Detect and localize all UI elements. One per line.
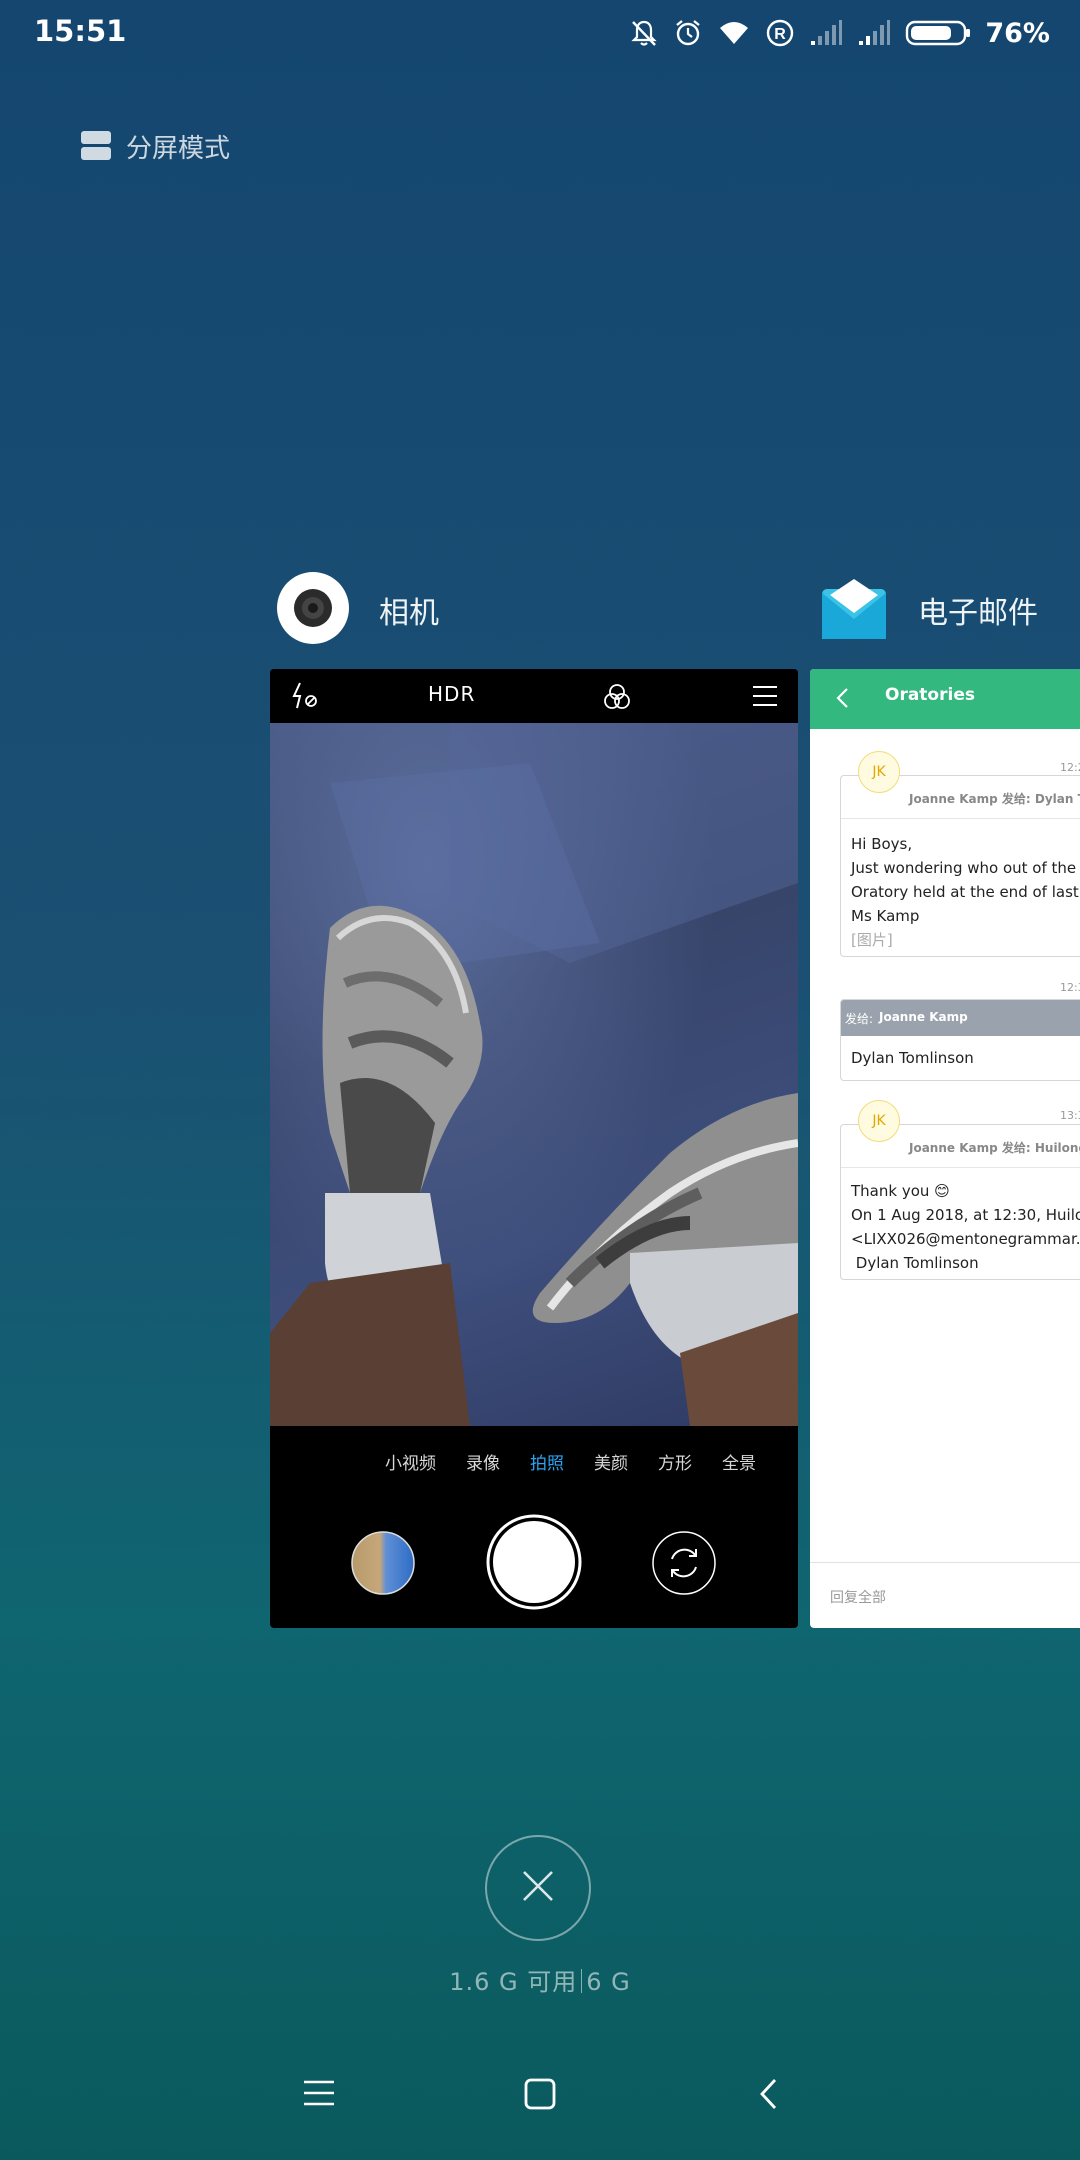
status-time: 15:51 <box>34 14 127 48</box>
menu-icon[interactable] <box>752 684 778 712</box>
svg-text:R: R <box>775 26 787 43</box>
switch-camera-icon[interactable] <box>652 1531 716 1599</box>
message-time: 12:3 <box>1060 981 1080 994</box>
camera-card-header[interactable]: 相机 <box>277 572 439 648</box>
status-icons: R 76% <box>629 14 1050 52</box>
mode-short-video[interactable]: 小视频 <box>385 1449 436 1474</box>
message-card[interactable]: 发给: Joanne Kamp Dylan Tomlinson <box>840 999 1080 1081</box>
avatar: JK <box>858 751 900 793</box>
clear-all-button[interactable] <box>485 1835 591 1941</box>
message-line: Thank you 😊 <box>851 1182 950 1200</box>
message-header: Joanne Kamp 发给: Dylan T <box>909 792 1080 806</box>
reply-divider <box>810 1562 1080 1563</box>
email-app-icon <box>820 575 888 645</box>
menu-icon[interactable] <box>302 2078 336 2112</box>
camera-top-bar: HDR <box>270 669 798 723</box>
battery-percentage: 76% <box>985 17 1050 49</box>
reply-all-button[interactable]: 回复全部 <box>830 1587 886 1607</box>
mode-photo[interactable]: 拍照 <box>530 1449 564 1474</box>
status-bar: 15:51 R 76% <box>0 0 1080 66</box>
avatar: JK <box>858 1100 900 1142</box>
split-screen-label: 分屏模式 <box>126 134 231 164</box>
viewfinder-scene-image <box>270 723 798 1426</box>
message-recipient-prefix: 发给: <box>845 1012 874 1026</box>
memory-available: 1.6 G 可用 <box>449 1968 578 1996</box>
memory-total: 6 G <box>586 1968 631 1996</box>
message-time: 12:2 <box>1060 761 1080 774</box>
back-icon[interactable] <box>757 2076 781 2116</box>
mode-square[interactable]: 方形 <box>658 1449 692 1474</box>
message-line: Ms Kamp <box>851 907 920 925</box>
message-time: 13:3 <box>1060 1109 1080 1122</box>
wifi-icon <box>717 18 751 48</box>
mute-bell-icon <box>629 18 659 48</box>
email-top-bar: Oratories <box>810 669 1080 729</box>
hdr-toggle[interactable]: HDR <box>428 682 475 706</box>
mode-video[interactable]: 录像 <box>466 1449 500 1474</box>
roaming-r-icon: R <box>765 18 795 48</box>
message-line: <LIXX026@mentonegrammar.n <box>851 1230 1080 1248</box>
message-line: Just wondering who out of the t <box>851 859 1080 877</box>
alarm-icon <box>673 18 703 48</box>
message-body: Thank you 😊 On 1 Aug 2018, at 12:30, Hui… <box>851 1179 1080 1275</box>
signal-icon <box>857 19 891 47</box>
memory-status: 1.6 G 可用 6 G <box>0 1962 1080 1997</box>
filter-icon[interactable] <box>602 682 632 716</box>
email-app-card[interactable]: Oratories 12:2 Joanne Kamp 发给: Dylan T H… <box>810 669 1080 1628</box>
message-line: On 1 Aug 2018, at 12:30, Huilon <box>851 1206 1080 1224</box>
message-body: Hi Boys, Just wondering who out of the t… <box>851 832 1080 952</box>
split-screen-button[interactable]: 分屏模式 <box>80 128 230 165</box>
camera-viewfinder[interactable] <box>270 723 798 1426</box>
camera-app-title: 相机 <box>379 596 439 631</box>
email-subject: Oratories <box>885 685 975 705</box>
navigation-bar <box>0 2040 1080 2150</box>
signal-icon <box>809 19 843 47</box>
message-divider <box>841 818 1080 819</box>
message-image-placeholder: [图片] <box>851 931 893 949</box>
email-app-title: 电子邮件 <box>918 596 1038 631</box>
message-card[interactable]: Joanne Kamp 发给: Dylan T Hi Boys, Just wo… <box>840 775 1080 957</box>
message-line: Hi Boys, <box>851 835 913 853</box>
camera-controls <box>270 1496 798 1628</box>
message-line: Dylan Tomlinson <box>851 1254 979 1272</box>
camera-mode-selector: 小视频 录像 拍照 美颜 方形 全景 <box>270 1426 798 1496</box>
split-screen-icon <box>80 129 112 165</box>
home-icon[interactable] <box>523 2077 557 2115</box>
email-card-header[interactable]: 电子邮件 <box>820 575 1038 645</box>
message-card[interactable]: Joanne Kamp 发给: Huilong Thank you 😊 On 1… <box>840 1124 1080 1280</box>
message-body: Dylan Tomlinson <box>851 1049 974 1067</box>
message-divider <box>841 1167 1080 1168</box>
close-icon <box>520 1868 556 1908</box>
mode-beauty[interactable]: 美颜 <box>594 1449 628 1474</box>
battery-icon <box>905 19 971 47</box>
message-header: Joanne Kamp 发给: Huilong <box>909 1141 1080 1155</box>
flash-off-icon[interactable] <box>288 681 320 715</box>
mode-panorama[interactable]: 全景 <box>722 1449 756 1474</box>
message-recipient: Joanne Kamp <box>879 1010 968 1024</box>
message-header-bar: 发给: Joanne Kamp <box>841 1000 1080 1036</box>
gallery-thumbnail[interactable] <box>351 1531 415 1599</box>
camera-app-card[interactable]: HDR 小视频 录像 拍照 美颜 方形 全景 <box>270 669 798 1628</box>
shutter-button[interactable] <box>486 1514 582 1614</box>
message-line: Oratory held at the end of last te <box>851 883 1080 901</box>
memory-separator <box>581 1969 583 1993</box>
email-back-icon[interactable] <box>832 683 854 717</box>
camera-app-icon <box>277 572 349 648</box>
